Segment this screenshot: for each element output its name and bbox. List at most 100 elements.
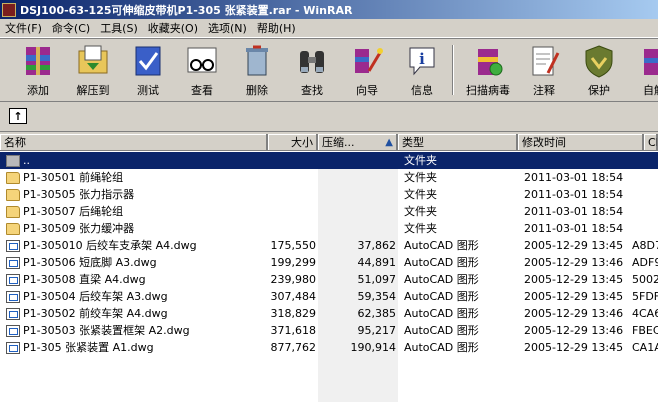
file-name: P1-30502 前绞车架 A4.dwg	[23, 307, 168, 320]
wizard-button[interactable]: 向导	[339, 43, 395, 99]
file-row[interactable]: P1-30509 张力缓冲器 文件夹 2011-03-01 18:54	[0, 220, 658, 237]
file-name: P1-30506 短底脚 A3.dwg	[23, 256, 157, 269]
file-crc: 5FDF	[632, 290, 658, 303]
file-name: P1-30505 张力指示器	[23, 188, 135, 201]
file-modified: 2005-12-29 13:46	[524, 307, 624, 320]
menu-options[interactable]: 选项(N)	[203, 20, 252, 36]
file-name: P1-30504 后绞车架 A3.dwg	[23, 290, 168, 303]
dwg-file-icon	[6, 341, 20, 354]
file-crc	[632, 152, 658, 169]
file-name: P1-30508 直梁 A4.dwg	[23, 273, 146, 286]
file-list[interactable]: 名称 大小 压缩... ▲ 类型 修改时间 CR .. 文件夹 P1-30501 前…	[0, 134, 658, 402]
file-type: 文件夹	[404, 154, 437, 167]
menu-help[interactable]: 帮助(H)	[252, 20, 301, 36]
file-name: P1-305010 后绞车支承架 A4.dwg	[23, 239, 197, 252]
file-crc: FBEC	[632, 324, 658, 337]
file-size: 175,550	[270, 239, 317, 252]
menu-file[interactable]: 文件(F)	[0, 20, 47, 36]
column-name[interactable]: 名称	[0, 134, 268, 151]
virus-scan-button[interactable]: 扫描病毒	[460, 43, 516, 99]
file-row[interactable]: P1-30501 前绳轮组 文件夹 2011-03-01 18:54	[0, 169, 658, 186]
file-name: P1-30503 张紧装置框架 A2.dwg	[23, 324, 190, 337]
file-size: 371,618	[270, 324, 317, 337]
test-icon	[130, 43, 166, 79]
title-bar: DSJ100-63-125可伸缩皮带机P1-305 张紧装置.rar - Win…	[0, 0, 658, 19]
file-name-cell: P1-30501 前绳轮组	[6, 169, 268, 186]
address-bar: ↑	[0, 101, 658, 132]
view-button[interactable]: 查看	[174, 43, 230, 99]
file-row[interactable]: P1-305010 后绞车支承架 A4.dwg 175,550 37,862 Auto…	[0, 237, 658, 254]
dwg-file-icon	[6, 290, 20, 303]
file-packed-size: 44,891	[357, 256, 397, 269]
add-button[interactable]: 添加	[10, 43, 66, 99]
file-type: AutoCAD 图形	[404, 290, 479, 303]
column-modified[interactable]: 修改时间	[518, 134, 644, 151]
file-name: ..	[23, 154, 30, 167]
dwg-file-icon	[6, 256, 20, 269]
file-crc: A8D7	[632, 239, 658, 252]
comment-button[interactable]: 注释	[516, 43, 572, 99]
column-packed[interactable]: 压缩... ▲	[318, 134, 398, 151]
file-crc: 4CA6	[632, 307, 658, 320]
up-arrow-icon: ↑	[13, 109, 23, 123]
file-row[interactable]: P1-30508 直梁 A4.dwg 239,980 51,097 AutoCAD 图…	[0, 271, 658, 288]
file-row[interactable]: P1-30505 张力指示器 文件夹 2011-03-01 18:54	[0, 186, 658, 203]
protect-button[interactable]: 保护	[571, 43, 627, 99]
extract-to-button[interactable]: 解压到	[65, 43, 121, 99]
file-name-cell: P1-30505 张力指示器	[6, 186, 268, 203]
info-button[interactable]: i 信息	[394, 43, 450, 99]
file-row[interactable]: P1-30503 张紧装置框架 A2.dwg 371,618 95,217 AutoC…	[0, 322, 658, 339]
file-packed-size: 62,385	[357, 307, 397, 320]
file-packed-size	[320, 186, 396, 203]
file-packed-size: 59,354	[357, 290, 397, 303]
file-packed-size	[320, 152, 396, 169]
file-size	[268, 220, 316, 237]
file-row[interactable]: P1-30502 前绞车架 A4.dwg 318,829 62,385 AutoCAD…	[0, 305, 658, 322]
column-crc[interactable]: CR	[644, 134, 658, 151]
menu-commands[interactable]: 命令(C)	[47, 20, 95, 36]
file-crc: 5002	[632, 273, 658, 286]
file-name-cell: P1-30506 短底脚 A3.dwg	[6, 254, 268, 271]
file-name-cell: P1-30509 张力缓冲器	[6, 220, 268, 237]
add-archive-icon	[20, 43, 56, 79]
file-name: P1-30507 后绳轮组	[23, 205, 124, 218]
file-crc	[632, 220, 658, 237]
menu-favorites[interactable]: 收藏夹(O)	[143, 20, 203, 36]
dwg-file-icon	[6, 239, 20, 252]
winrar-app-icon[interactable]	[2, 2, 16, 17]
up-one-level-button[interactable]: ↑	[9, 108, 27, 124]
window-title: DSJ100-63-125可伸缩皮带机P1-305 张紧装置.rar - Win…	[20, 3, 353, 17]
file-row[interactable]: P1-305 张紧装置 A1.dwg 877,762 190,914 AutoCAD …	[0, 339, 658, 356]
file-type: AutoCAD 图形	[404, 341, 479, 354]
find-binoculars-icon	[294, 43, 330, 79]
column-type[interactable]: 类型	[398, 134, 518, 151]
file-row[interactable]: P1-30507 后绳轮组 文件夹 2011-03-01 18:54	[0, 203, 658, 220]
file-row[interactable]: P1-30504 后绞车架 A3.dwg 307,484 59,354 AutoCAD…	[0, 288, 658, 305]
file-type: AutoCAD 图形	[404, 324, 479, 337]
file-packed-size: 51,097	[357, 273, 397, 286]
file-type: AutoCAD 图形	[404, 273, 479, 286]
file-crc	[632, 186, 658, 203]
find-button[interactable]: 查找	[284, 43, 340, 99]
file-packed-size: 190,914	[350, 341, 397, 354]
file-packed-size: 95,217	[357, 324, 397, 337]
file-type: 文件夹	[404, 171, 437, 184]
file-modified: 2005-12-29 13:45	[524, 239, 624, 252]
file-name-cell: P1-305010 后绞车支承架 A4.dwg	[6, 237, 268, 254]
test-button[interactable]: 测试	[120, 43, 176, 99]
delete-button[interactable]: 删除	[229, 43, 285, 99]
file-modified: 2005-12-29 13:46	[524, 324, 624, 337]
sfx-button[interactable]: 自解	[626, 43, 658, 99]
file-modified: 2005-12-29 13:45	[524, 341, 624, 354]
file-packed-size: 37,862	[357, 239, 397, 252]
sfx-icon	[636, 43, 658, 79]
file-row[interactable]: P1-30506 短底脚 A3.dwg 199,299 44,891 AutoCAD …	[0, 254, 658, 271]
file-name: P1-305 张紧装置 A1.dwg	[23, 341, 154, 354]
toolbar-separator	[452, 45, 454, 95]
menu-tools[interactable]: 工具(S)	[95, 20, 143, 36]
column-size[interactable]: 大小	[268, 134, 318, 151]
parent-folder-row[interactable]: .. 文件夹	[0, 152, 658, 169]
folder-icon	[6, 171, 20, 184]
file-crc	[632, 169, 658, 186]
file-name-cell: ..	[6, 152, 268, 169]
